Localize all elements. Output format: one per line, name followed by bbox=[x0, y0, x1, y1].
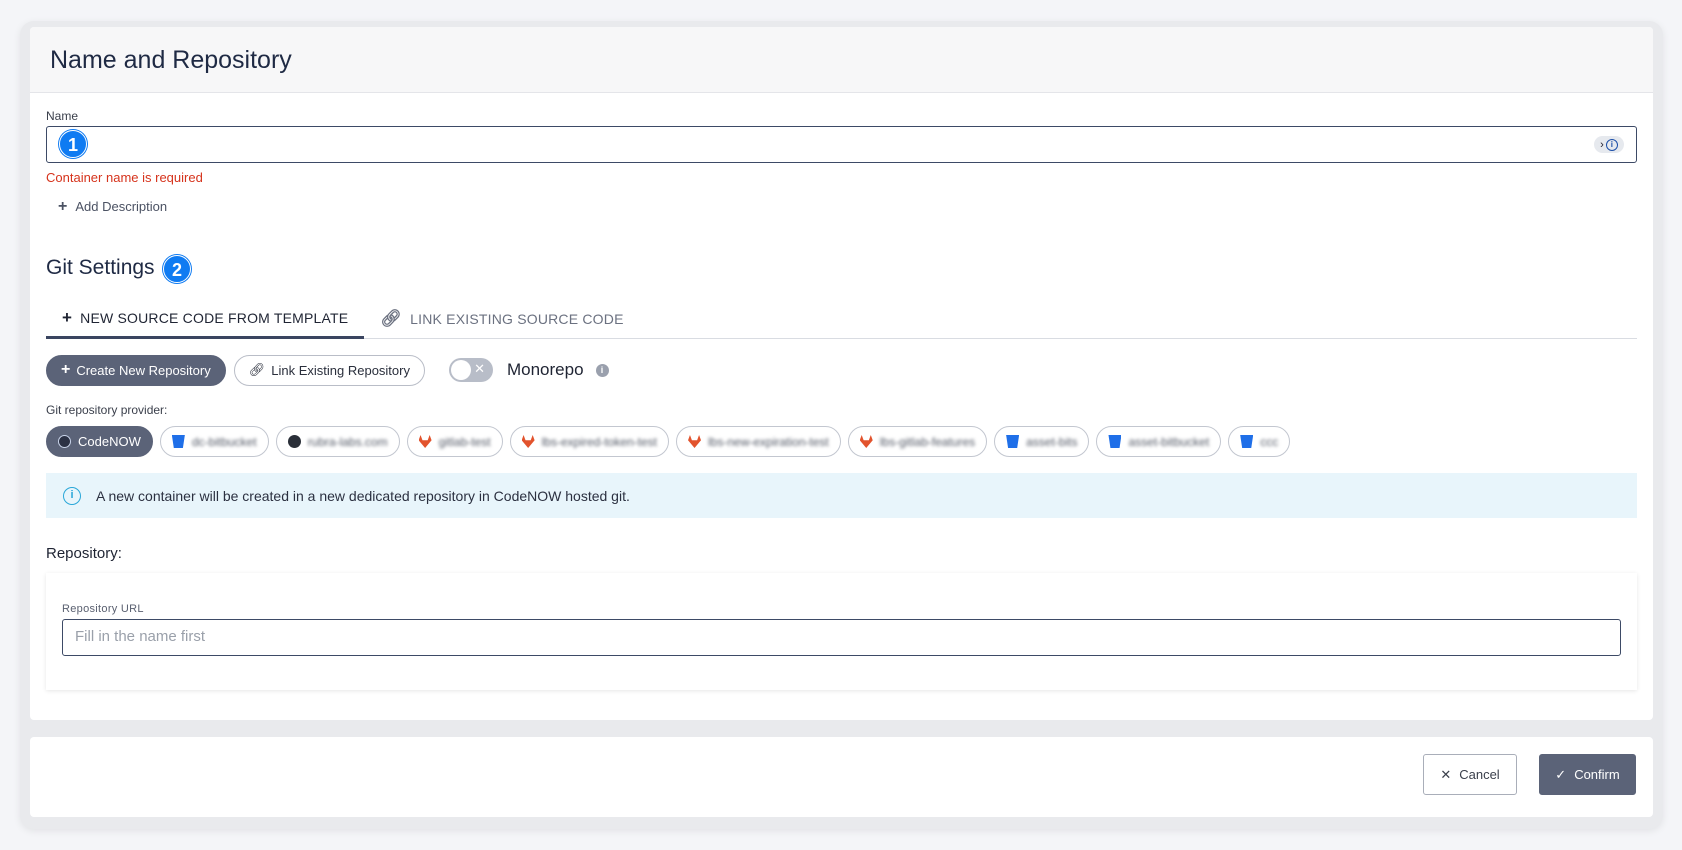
dialog-title: Name and Repository bbox=[50, 46, 292, 74]
tab-new-source-code[interactable]: + NEW SOURCE CODE FROM TEMPLATE bbox=[46, 299, 365, 339]
create-new-repository-button[interactable]: + Create New Repository bbox=[46, 354, 226, 386]
info-banner: i A new container will be created in a n… bbox=[46, 473, 1637, 518]
git-settings-title: Git Settings bbox=[46, 256, 155, 279]
provider-option[interactable]: dc-bitbucket bbox=[159, 426, 269, 457]
dialog-header: Name and Repository bbox=[30, 27, 1653, 93]
gitlab-icon bbox=[859, 435, 873, 448]
name-error-message: Container name is required bbox=[46, 170, 203, 185]
tab-link-existing-source[interactable]: 🔗︎ LINK EXISTING SOURCE CODE bbox=[364, 299, 639, 339]
repository-title: Repository: bbox=[46, 545, 122, 562]
repository-mode-row: + Create New Repository 🔗︎ Link Existing… bbox=[46, 354, 1637, 386]
plus-icon: + bbox=[58, 198, 68, 215]
gitlab-icon bbox=[418, 435, 432, 448]
plus-icon: + bbox=[62, 307, 73, 327]
toggle-knob bbox=[450, 360, 471, 380]
link-icon: 🔗︎ bbox=[248, 362, 266, 377]
provider-label: Git repository provider: bbox=[46, 403, 168, 417]
name-label: Name bbox=[46, 109, 79, 123]
form-content: Name 1 › i Container name is required + A… bbox=[46, 109, 1637, 690]
provider-label-text: dc-bitbucket bbox=[191, 434, 257, 449]
gitlab-icon bbox=[521, 435, 535, 448]
provider-label-text: lbs-expired-token-test bbox=[541, 434, 658, 449]
password-manager-icon[interactable]: › i bbox=[1594, 136, 1624, 153]
provider-label-text: lbs-gitlab-features bbox=[879, 434, 976, 449]
cancel-label: Cancel bbox=[1459, 767, 1500, 782]
provider-option[interactable]: asset-bitbucket bbox=[1096, 426, 1222, 457]
provider-label-text: asset-bits bbox=[1026, 434, 1078, 449]
bitbucket-icon bbox=[1108, 435, 1122, 448]
link-repo-label: Link Existing Repository bbox=[271, 362, 410, 378]
provider-option[interactable]: gitlab-test bbox=[406, 426, 503, 457]
close-icon: ✕ bbox=[474, 361, 485, 376]
info-icon: i bbox=[63, 486, 81, 505]
step-badge-2: 2 bbox=[163, 255, 191, 283]
repository-url-label: Repository URL bbox=[62, 603, 144, 615]
provider-label-text: ccc bbox=[1260, 434, 1279, 449]
provider-option[interactable]: lbs-expired-token-test bbox=[509, 426, 670, 457]
plus-icon: + bbox=[61, 361, 71, 378]
check-icon: ✓ bbox=[1555, 766, 1567, 782]
cancel-button[interactable]: ✕ Cancel bbox=[1423, 754, 1517, 795]
bitbucket-icon bbox=[171, 435, 185, 448]
dialog-footer: ✕ Cancel ✓ Confirm bbox=[30, 737, 1653, 817]
create-repo-label: Create New Repository bbox=[76, 362, 211, 378]
git-settings-heading: Git Settings 2 bbox=[46, 255, 1637, 285]
bitbucket-icon bbox=[1006, 435, 1020, 448]
main-card: Name and Repository Name 1 › i Container … bbox=[30, 27, 1653, 720]
git-source-tabs: + NEW SOURCE CODE FROM TEMPLATE 🔗︎ LINK … bbox=[46, 299, 1637, 339]
provider-label-text: asset-bitbucket bbox=[1128, 434, 1210, 449]
codenow-icon bbox=[58, 435, 71, 448]
provider-codenow[interactable]: CodeNOW bbox=[46, 426, 153, 457]
provider-list: CodeNOW dc-bitbucket rubra-labs.com gitl… bbox=[46, 426, 1637, 458]
bitbucket-icon bbox=[1240, 435, 1254, 448]
monorepo-label: Monorepo bbox=[506, 360, 584, 379]
info-message: A new container will be created in a new… bbox=[96, 487, 630, 504]
confirm-label: Confirm bbox=[1574, 767, 1620, 782]
step-badge-1: 1 bbox=[59, 130, 87, 158]
close-icon: ✕ bbox=[1440, 766, 1452, 782]
monorepo-toggle[interactable]: ✕ bbox=[448, 358, 493, 382]
info-icon[interactable]: i bbox=[595, 363, 609, 377]
confirm-button[interactable]: ✓ Confirm bbox=[1539, 754, 1636, 795]
provider-option[interactable]: rubra-labs.com bbox=[275, 426, 400, 457]
repository-card: Repository URL Fill in the name first bbox=[46, 573, 1637, 690]
link-icon: 🔗︎ bbox=[380, 309, 403, 328]
tab-label: LINK EXISTING SOURCE CODE bbox=[410, 311, 624, 327]
name-input[interactable]: 1 › i bbox=[46, 126, 1637, 163]
provider-label-text: CodeNOW bbox=[78, 434, 141, 449]
gitlab-icon bbox=[688, 435, 702, 448]
provider-option[interactable]: lbs-gitlab-features bbox=[847, 426, 988, 457]
provider-label-text: gitlab-test bbox=[438, 434, 491, 449]
add-description-label: Add Description bbox=[75, 199, 168, 214]
provider-label-text: rubra-labs.com bbox=[307, 434, 388, 449]
add-description-button[interactable]: + Add Description bbox=[58, 198, 1637, 215]
provider-option[interactable]: lbs-new-expiration-test bbox=[676, 426, 841, 457]
link-existing-repository-button[interactable]: 🔗︎ Link Existing Repository bbox=[233, 354, 425, 386]
tab-label: NEW SOURCE CODE FROM TEMPLATE bbox=[80, 309, 349, 326]
provider-option[interactable]: asset-bits bbox=[994, 426, 1090, 457]
provider-label-text: lbs-new-expiration-test bbox=[708, 434, 829, 449]
provider-option[interactable]: ccc bbox=[1228, 426, 1291, 457]
repository-url-input[interactable]: Fill in the name first bbox=[62, 619, 1621, 656]
github-icon bbox=[287, 435, 301, 448]
